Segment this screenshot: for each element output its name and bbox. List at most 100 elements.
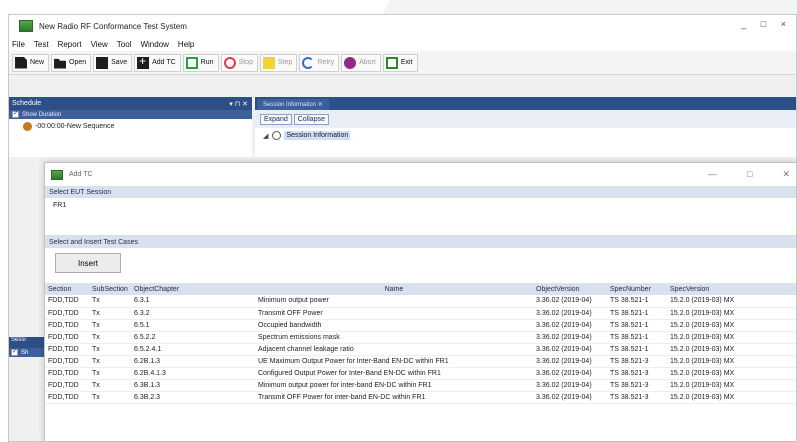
cell-specversion: 15.2.0 (2019-03) MX xyxy=(667,343,796,356)
table-row[interactable]: FDD,TDD Tx 6.3.2 Transmit OFF Power 3.36.02 … xyxy=(45,307,796,320)
menu-file[interactable]: File xyxy=(12,40,25,49)
cell-chapter: 6.3.1 xyxy=(131,295,255,308)
session-list-pane: Sessi Sh xyxy=(9,337,45,397)
test-cases-header: Select and Insert Test Cases xyxy=(45,236,796,248)
cell-objectversion: 3.36.02 (2019-04) xyxy=(533,367,607,380)
cell-objectversion: 3.36.02 (2019-04) xyxy=(533,355,607,368)
session-list-checkbox[interactable] xyxy=(11,347,18,356)
menu-window[interactable]: Window xyxy=(140,40,168,49)
cell-name: UE Maximum Output Power for Inter-Band E… xyxy=(255,355,533,368)
cell-specversion: 15.2.0 (2019-03) MX xyxy=(667,319,796,332)
cell-specnumber: TS 38.521-1 xyxy=(607,295,667,308)
cell-name: Configured Output Power for Inter-Band E… xyxy=(255,367,533,380)
minimize-button[interactable]: — xyxy=(708,169,717,180)
cell-subsection: Tx xyxy=(89,295,131,308)
cell-subsection: Tx xyxy=(89,391,131,404)
retry-button[interactable]: Retry xyxy=(299,53,340,72)
cell-specversion: 15.2.0 (2019-03) MX xyxy=(667,391,796,404)
abort-label: Abort xyxy=(359,59,376,66)
save-icon xyxy=(96,56,109,69)
new-file-icon xyxy=(15,56,27,69)
cell-chapter: 6.3B.2.3 xyxy=(131,391,255,404)
add-tc-dialog: Add TC — □ ✕ Select EUT Session FR1 Sele… xyxy=(44,162,797,442)
show-duration-row[interactable]: Show Duration xyxy=(9,109,252,119)
cell-objectversion: 3.36.02 (2019-04) xyxy=(533,295,607,308)
stop-label: Stop xyxy=(238,59,253,66)
window-controls[interactable]: _ □ × xyxy=(741,19,792,29)
sequence-icon xyxy=(23,122,32,131)
cell-objectversion: 3.36.02 (2019-04) xyxy=(533,343,607,356)
cell-subsection: Tx xyxy=(89,367,131,380)
add-tc-label: Add TC xyxy=(152,59,176,66)
table-row[interactable]: FDD,TDD Tx 6.3B.2.3 Transmit OFF Power for … xyxy=(45,391,796,404)
menu-help[interactable]: Help xyxy=(178,40,194,49)
menu-report[interactable]: Report xyxy=(58,40,82,49)
stop-button[interactable]: Stop xyxy=(220,53,258,72)
session-list-show-row[interactable]: Sh xyxy=(9,347,45,357)
col-objectversion[interactable]: ObjectVersion xyxy=(533,284,607,295)
cell-subsection: Tx xyxy=(89,331,131,344)
eut-session-list[interactable]: FR1 xyxy=(45,198,796,236)
eut-session-item[interactable]: FR1 xyxy=(53,202,788,209)
col-objectchapter[interactable]: ObjectChapter xyxy=(131,284,255,295)
save-button[interactable]: Save xyxy=(93,53,133,72)
show-duration-label: Show Duration xyxy=(22,111,62,118)
show-duration-checkbox[interactable] xyxy=(12,109,19,118)
cell-chapter: 6.5.2.2 xyxy=(131,331,255,344)
cell-section: FDD,TDD xyxy=(45,319,89,332)
schedule-pane-controls[interactable]: ▾ ⊓ ✕ xyxy=(229,100,248,108)
new-button[interactable]: New xyxy=(12,53,50,72)
cell-specversion: 15.2.0 (2019-03) MX xyxy=(667,379,796,392)
tab-session-information[interactable]: Session Information ✕ xyxy=(257,99,329,110)
table-row[interactable]: FDD,TDD Tx 6.3.1 Minimum output power 3.36.0… xyxy=(45,295,796,308)
table-row[interactable]: FDD,TDD Tx 6.5.1 Occupied bandwidth 3.36.02 … xyxy=(45,319,796,332)
table-row[interactable]: FDD,TDD Tx 6.5.2.2 Spectrum emissions mask 3… xyxy=(45,331,796,344)
cell-subsection: Tx xyxy=(89,343,131,356)
run-button[interactable]: Run xyxy=(182,53,219,72)
cell-name: Transmit OFF Power for inter-band EN-DC … xyxy=(255,391,533,404)
retry-label: Retry xyxy=(317,59,335,66)
open-button[interactable]: Open xyxy=(51,53,92,72)
step-icon xyxy=(262,56,275,69)
table-row[interactable]: FDD,TDD Tx 6.5.2.4.1 Adjacent channel leaka… xyxy=(45,343,796,356)
session-tree-node[interactable]: ◢ Session Information xyxy=(255,128,796,143)
menu-tool[interactable]: Tool xyxy=(117,40,132,49)
col-subsection[interactable]: SubSection xyxy=(89,284,131,295)
abort-button[interactable]: Abort xyxy=(341,53,381,72)
exit-button[interactable]: Exit xyxy=(382,53,418,72)
dialog-app-icon xyxy=(51,169,63,180)
close-button[interactable]: ✕ xyxy=(782,169,790,180)
eut-session-header: Select EUT Session xyxy=(45,186,796,198)
schedule-title: Schedule xyxy=(12,100,42,107)
step-label: Step xyxy=(277,59,293,66)
table-row[interactable]: FDD,TDD Tx 6.2B.1.3 UE Maximum Output Power… xyxy=(45,355,796,368)
cell-subsection: Tx xyxy=(89,355,131,368)
step-button[interactable]: Step xyxy=(259,53,298,72)
cell-section: FDD,TDD xyxy=(45,379,89,392)
cell-name: Minimum output power for inter-band EN-D… xyxy=(255,379,533,392)
collapse-caret-icon[interactable]: ◢ xyxy=(263,132,268,140)
cell-specversion: 15.2.0 (2019-03) MX xyxy=(667,331,796,344)
col-section[interactable]: Section xyxy=(45,284,89,295)
cell-specversion: 15.2.0 (2019-03) MX xyxy=(667,307,796,320)
stop-icon xyxy=(223,56,236,69)
insert-button[interactable]: Insert xyxy=(55,253,121,273)
cell-specversion: 15.2.0 (2019-03) MX xyxy=(667,295,796,308)
col-name[interactable]: Name xyxy=(255,284,533,295)
add-tc-button[interactable]: Add TC xyxy=(134,53,181,72)
cell-specnumber: TS 38.521-3 xyxy=(607,379,667,392)
col-specnumber[interactable]: SpecNumber xyxy=(607,284,667,295)
cell-chapter: 6.2B.4.1.3 xyxy=(131,367,255,380)
expand-button[interactable]: Expand xyxy=(260,113,292,125)
table-row[interactable]: FDD,TDD Tx 6.2B.4.1.3 Configured Output Pow… xyxy=(45,367,796,380)
menu-view[interactable]: View xyxy=(91,40,108,49)
col-specversion[interactable]: SpecVersion xyxy=(667,284,796,295)
run-icon xyxy=(185,56,198,69)
sequence-item[interactable]: -00:00:00-New Sequence xyxy=(9,119,252,131)
cell-name: Transmit OFF Power xyxy=(255,307,533,320)
schedule-pane: Schedule ▾ ⊓ ✕ Show Duration -00:00:00-N… xyxy=(9,97,252,157)
collapse-button[interactable]: Collapse xyxy=(293,113,329,125)
table-row[interactable]: FDD,TDD Tx 6.3B.1.3 Minimum output power fo… xyxy=(45,379,796,392)
menu-test[interactable]: Test xyxy=(34,40,49,49)
maximize-button[interactable]: □ xyxy=(747,169,752,180)
